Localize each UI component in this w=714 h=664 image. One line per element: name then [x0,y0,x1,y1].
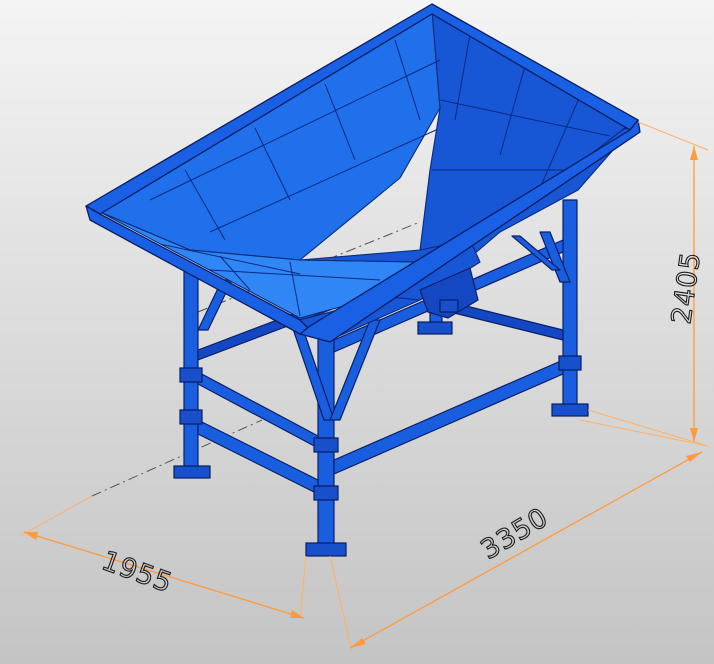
leg-back-right [562,199,578,411]
hidden-back-edge-left [91,419,263,497]
width-ext-back [19,495,93,537]
dimension-width: 1955 [19,495,307,621]
length-ext-left [329,555,353,653]
width-arrow-right [290,610,304,618]
hopper [85,3,641,343]
rail-front-lower [333,359,564,475]
dimension-height: 2405 [587,121,709,447]
foot-plate-front [305,542,347,557]
outlet-flange [439,299,459,313]
height-dimension-label: 2405 [666,250,707,326]
width-arrow-left [24,532,38,540]
length-arrow-right [686,452,702,462]
hopper-assembly-drawing: 2405 3350 1955 [19,3,709,653]
foot-plate-back-center [417,321,453,335]
height-arrow-bottom [690,428,698,442]
length-arrow-left [350,638,366,648]
joint-left-lower [179,409,203,425]
joint-front-mid [313,437,339,453]
width-dimension-label: 1955 [98,545,177,599]
foot-plate-back-right [551,403,589,417]
joint-back-right-lower [558,355,582,371]
length-dim-line [349,451,703,649]
foot-plate-left [173,465,211,479]
length-ext-right [579,419,709,447]
height-ext-top [637,121,709,151]
width-ext-front [299,555,307,621]
hopper-inner-far-wall [99,9,441,261]
dimension-length: 3350 [329,419,709,653]
height-arrow-top [690,146,698,160]
joint-front-lower [313,485,339,501]
joint-left-upper [179,367,203,383]
